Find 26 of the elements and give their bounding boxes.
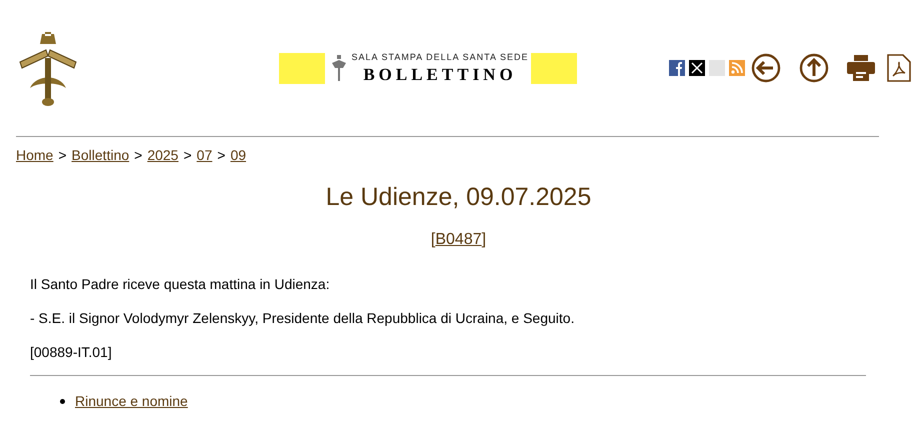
- related-link[interactable]: Rinunce e nomine: [75, 390, 188, 412]
- bracket-text: [: [430, 230, 436, 250]
- banner-title: BOLLETTINO: [363, 66, 517, 83]
- banner-block: [531, 52, 577, 84]
- paragraph: Il Santo Padre riceve questa mattina in Udienza:: [30, 274, 331, 294]
- print-icon[interactable]: [847, 55, 875, 81]
- breadcrumb-link[interactable]: 09: [230, 144, 246, 166]
- breadcrumb-separator: >: [183, 146, 192, 164]
- bullet-icon: [60, 398, 65, 404]
- banner-block: [279, 52, 325, 84]
- facebook-icon[interactable]: [669, 60, 685, 76]
- bracket-text: ]: [482, 230, 486, 250]
- breadcrumb-link[interactable]: Home: [16, 144, 54, 166]
- banner-subtitle: SALA STAMPA DELLA SANTA SEDE: [351, 53, 529, 62]
- pdf-icon[interactable]: [887, 54, 911, 82]
- paragraph: - S.E. il Signor Volodymyr Zelenskyy, Presidente della Repubblica di Ucraina, e Seguito.: [30, 308, 576, 328]
- breadcrumb-separator: >: [134, 146, 142, 164]
- page-title: Le Udienze, 09.07.2025: [326, 182, 592, 213]
- code-link[interactable]: B0487: [435, 228, 482, 252]
- x-icon[interactable]: [689, 60, 705, 76]
- breadcrumb-separator: >: [217, 146, 226, 164]
- breadcrumb-link[interactable]: 2025: [147, 144, 178, 166]
- paragraph: [00889-IT.01]: [30, 342, 113, 362]
- breadcrumb-separator: >: [58, 146, 67, 164]
- breadcrumb-link[interactable]: 07: [196, 144, 212, 166]
- breadcrumb-link[interactable]: Bollettino: [72, 144, 130, 166]
